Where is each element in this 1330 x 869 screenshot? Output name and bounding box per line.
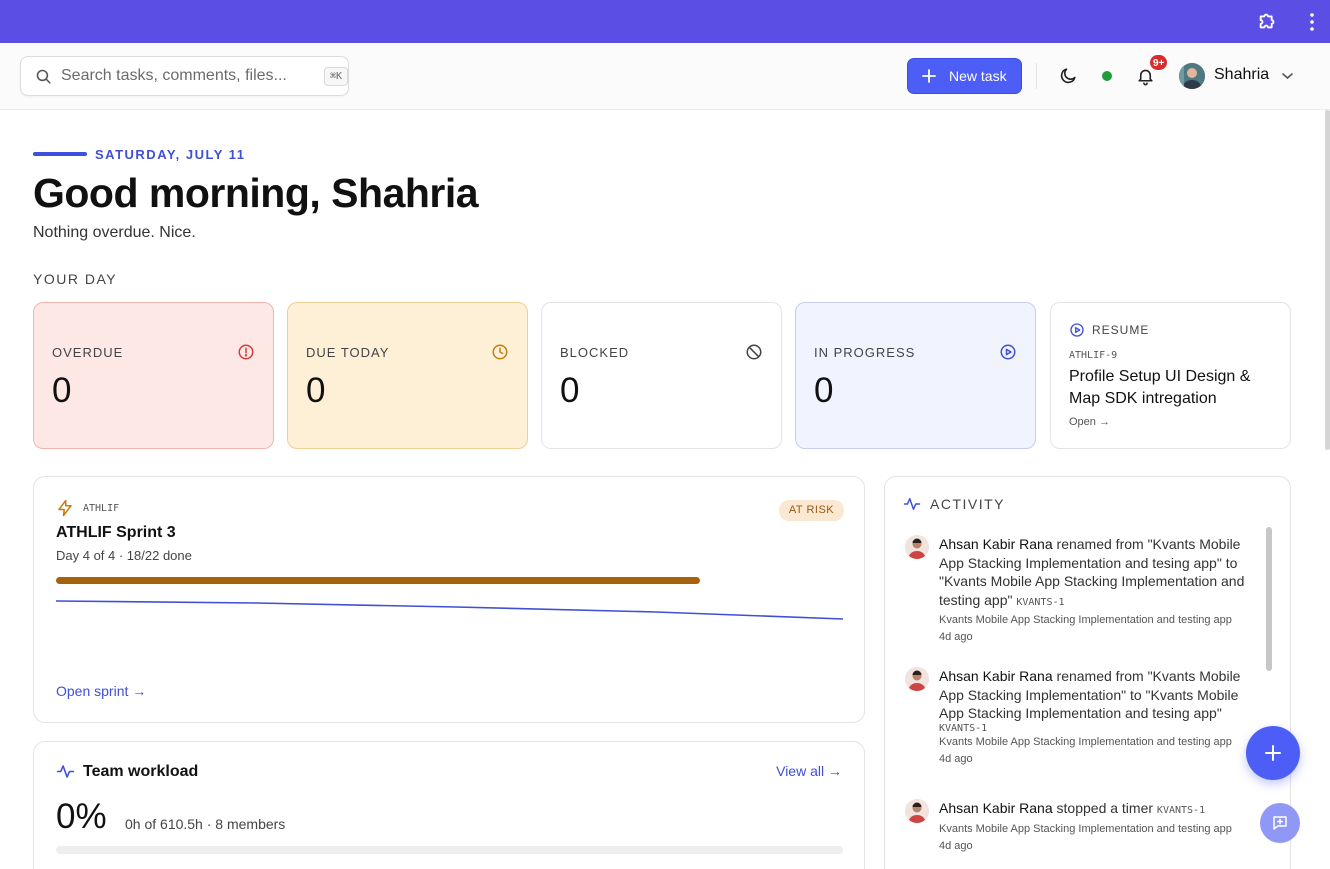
workload-progress-bar <box>56 846 843 854</box>
avatar-image <box>1179 63 1205 89</box>
search-input[interactable] <box>61 65 301 87</box>
resume-open-link[interactable]: Open → <box>1069 416 1110 428</box>
page-scrollbar[interactable] <box>1325 110 1330 450</box>
overdue-label: OVERDUE <box>52 345 124 360</box>
more-vertical-icon[interactable] <box>1304 12 1320 32</box>
section-label-your-day: YOUR DAY <box>33 271 118 287</box>
workload-meta: 0h of 610.5h · 8 members <box>125 816 286 832</box>
chat-plus-icon <box>1273 816 1287 830</box>
activity-project: Kvants Mobile App Stacking Implementatio… <box>939 735 1232 748</box>
sprint-project-key: ATHLIF <box>83 503 120 514</box>
search-shortcut-hint: ⌘K <box>324 67 349 86</box>
search-icon <box>36 69 51 84</box>
open-sprint-link[interactable]: Open sprint → <box>56 683 146 699</box>
view-all-link[interactable]: View all → <box>776 763 842 779</box>
burndown-line <box>56 600 843 620</box>
play-circle-icon <box>1070 323 1084 337</box>
chevron-down-icon[interactable] <box>1281 71 1294 81</box>
ban-icon <box>746 344 762 360</box>
in-progress-card[interactable]: IN PROGRESS 0 <box>795 302 1036 449</box>
sprint-progress-fill <box>56 577 700 584</box>
activity-timestamp: 4d ago <box>939 839 973 852</box>
notification-count-badge: 9+ <box>1149 54 1169 71</box>
moon-icon[interactable] <box>1059 66 1078 85</box>
activity-panel: ACTIVITY Ahsan Kabir Rana renamed from "… <box>884 476 1291 869</box>
activity-user[interactable]: Ahsan Kabir Rana <box>939 536 1053 552</box>
in-progress-label: IN PROGRESS <box>814 345 916 360</box>
activity-timestamp: 4d ago <box>939 752 973 765</box>
user-name[interactable]: Shahria <box>1214 66 1269 84</box>
team-workload-card: Team workload View all → 0% 0h of 610.5h… <box>33 741 865 869</box>
avatar <box>905 799 929 823</box>
overdue-card[interactable]: OVERDUE 0 <box>33 302 274 449</box>
resume-task-title: Profile Setup UI Design & Map SDK intreg… <box>1069 368 1251 407</box>
lightning-icon <box>58 499 72 517</box>
resume-label: RESUME <box>1092 323 1150 337</box>
activity-user[interactable]: Ahsan Kabir Rana <box>939 800 1053 816</box>
activity-task-key[interactable]: KVANTS-1 <box>1157 805 1205 816</box>
sprint-status-badge: AT RISK <box>779 500 844 521</box>
avatar <box>905 667 929 691</box>
greeting-subtitle: Nothing overdue. Nice. <box>33 224 196 241</box>
activity-timestamp: 4d ago <box>939 631 973 643</box>
user-avatar[interactable] <box>1179 63 1205 89</box>
resume-card[interactable]: RESUME ATHLIF-9 Profile Setup UI Design … <box>1050 302 1291 449</box>
activity-project: Kvants Mobile App Stacking Implementatio… <box>939 614 1232 626</box>
blocked-label: BLOCKED <box>560 345 630 360</box>
activity-project: Kvants Mobile App Stacking Implementatio… <box>939 822 1232 835</box>
sprint-title: ATHLIF Sprint 3 <box>56 524 176 541</box>
extension-puzzle-icon[interactable] <box>1257 10 1279 32</box>
activity-task-key[interactable]: KVANTS-1 <box>939 723 1259 734</box>
due-today-card[interactable]: DUE TODAY 0 <box>287 302 528 449</box>
clock-icon <box>492 344 508 360</box>
new-task-button[interactable]: New task <box>907 58 1022 94</box>
due-today-count: 0 <box>306 371 326 410</box>
activity-text: stopped a timer <box>1052 800 1157 816</box>
app-header: ⌘K New task 9+ Shahria <box>0 43 1330 110</box>
activity-scrollbar[interactable] <box>1266 527 1272 671</box>
browser-top-bar <box>0 0 1330 43</box>
plus-icon <box>922 69 936 83</box>
feedback-chat-button[interactable] <box>1260 803 1300 843</box>
search-box[interactable]: ⌘K <box>20 56 349 96</box>
header-divider <box>1036 63 1037 89</box>
avatar <box>905 535 929 559</box>
activity-task-key[interactable]: KVANTS-1 <box>1016 597 1064 608</box>
sprint-card: ATHLIF ATHLIF Sprint 3 Day 4 of 4 · 18/2… <box>33 476 865 723</box>
activity-pulse-icon <box>56 765 75 778</box>
sprint-burndown-chart <box>56 600 843 620</box>
team-workload-title: Team workload <box>83 763 199 780</box>
create-fab-button[interactable] <box>1246 726 1300 780</box>
new-task-label: New task <box>949 68 1007 84</box>
due-today-label: DUE TODAY <box>306 345 390 360</box>
blocked-count: 0 <box>560 371 580 410</box>
activity-title: ACTIVITY <box>930 496 1006 512</box>
alert-circle-icon <box>238 344 254 360</box>
date-accent-bar <box>33 152 87 156</box>
online-status-dot <box>1102 71 1112 81</box>
overdue-count: 0 <box>52 371 72 410</box>
plus-icon <box>1265 745 1281 761</box>
sprint-meta: Day 4 of 4 · 18/22 done <box>56 548 192 563</box>
activity-pulse-icon <box>903 498 921 510</box>
page-title: Good morning, Shahria <box>33 170 479 216</box>
play-circle-icon <box>1000 344 1016 360</box>
current-date: SATURDAY, JULY 11 <box>95 147 246 162</box>
blocked-card[interactable]: BLOCKED 0 <box>541 302 782 449</box>
workload-percent: 0% <box>56 797 107 836</box>
in-progress-count: 0 <box>814 371 834 410</box>
sprint-progress-bar <box>56 577 843 584</box>
activity-user[interactable]: Ahsan Kabir Rana <box>939 668 1053 684</box>
resume-task-key: ATHLIF-9 <box>1069 350 1118 361</box>
